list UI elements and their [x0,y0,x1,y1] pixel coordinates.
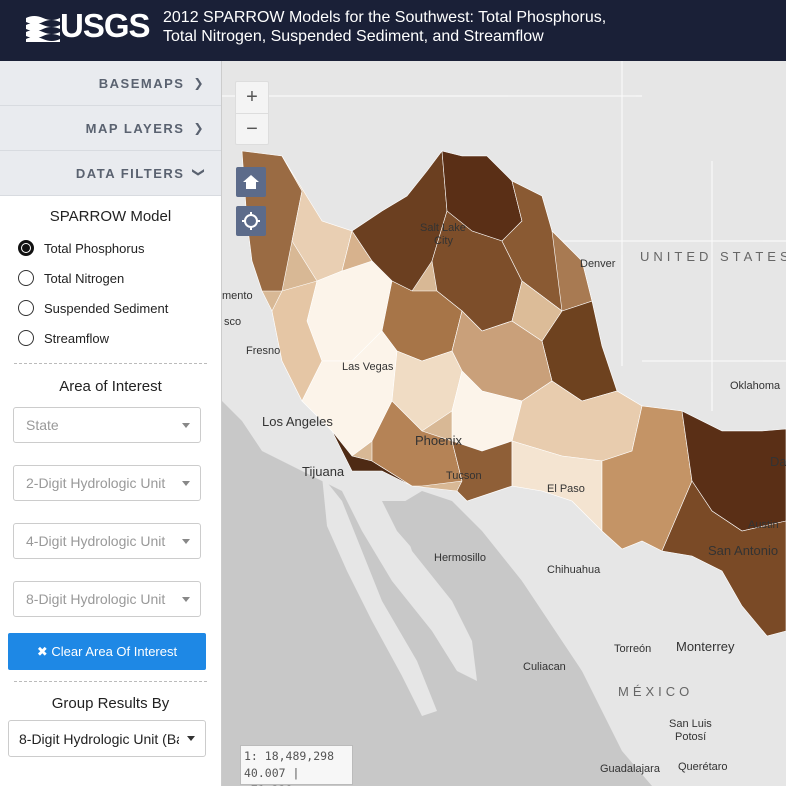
usgs-wave-icon [26,16,60,42]
zoom-control: + − [235,81,269,145]
crosshair-icon [242,212,260,230]
title-line-2: Total Nitrogen, Suspended Sediment, and … [163,28,544,45]
map-view[interactable]: + − Salt Lake City Denver UNITED STATES … [222,61,786,786]
select-placeholder: 4-Digit Hydrologic Unit [26,533,166,549]
radio-streamflow[interactable]: Streamflow [0,323,221,353]
scale-coordinates-box: 1: 18,489,298 40.007 | -71.338 [240,745,353,786]
map-label: City [434,235,453,247]
usgs-logo: USGS [26,7,151,44]
map-label: MÉXICO [618,684,694,699]
map-label: Las Vegas [342,361,394,373]
scale-readout: 1: 18,489,298 [244,749,335,763]
app-header: USGS 2012 SPARROW Models for the Southwe… [0,0,786,61]
huc8-select[interactable]: 8-Digit Hydrologic Unit [13,581,201,617]
page-title: 2012 SPARROW Models for the Southwest: T… [163,8,763,46]
radio-total-nitrogen[interactable]: Total Nitrogen [0,263,221,293]
group-results-value: 8-Digit Hydrologic Unit (Basin) [19,730,179,747]
huc4-select[interactable]: 4-Digit Hydrologic Unit [13,523,201,559]
radio-selected-icon [18,240,34,256]
map-label: Monterrey [676,639,735,654]
map-label: Guadalajara [600,763,660,775]
radio-label: Total Nitrogen [44,270,125,286]
divider [14,363,207,364]
radio-total-phosphorus[interactable]: Total Phosphorus [0,233,221,263]
map-layers-panel-toggle[interactable]: MAP LAYERS ❯ [0,106,221,151]
map-label: Los Angeles [262,414,333,429]
map-label: Potosí [675,731,707,743]
select-placeholder: State [26,417,59,433]
zoom-out-button[interactable]: − [236,114,268,145]
map-label: Oklahoma [730,380,781,392]
select-placeholder: 8-Digit Hydrologic Unit [26,591,166,607]
data-filters-label: DATA FILTERS [75,165,185,181]
locate-button[interactable] [236,206,266,236]
map-label: mento [222,290,253,302]
map-label: Phoenix [415,433,462,448]
map-label: San Luis [669,718,712,730]
state-select[interactable]: State [13,407,201,443]
map-label: Querétaro [678,761,728,773]
area-of-interest-heading: Area of Interest [59,378,162,395]
radio-unselected-icon [18,270,34,286]
caret-down-icon [187,736,195,741]
map-label: Da [770,454,786,469]
data-filters-panel-toggle[interactable]: DATA FILTERS ❯ [0,151,221,196]
huc2-select[interactable]: 2-Digit Hydrologic Unit [13,465,201,501]
map-label: Tucson [446,470,482,482]
chevron-down-icon: ❯ [192,167,207,179]
group-results-heading: Group Results By [51,695,170,712]
radio-label: Total Phosphorus [44,240,145,256]
basemaps-label: BASEMAPS [98,75,185,91]
coordinate-readout: 40.007 | -71.338 [244,766,300,786]
map-label: Chihuahua [547,564,601,576]
map-label: Fresno [246,345,281,357]
map-label: Denver [580,258,616,270]
chevron-right-icon: ❯ [193,76,205,90]
clear-area-of-interest-button[interactable]: ✖ Clear Area Of Interest [8,633,206,670]
map-label: Tijuana [302,464,345,479]
logo-text: USGS [60,7,151,44]
divider [14,681,207,682]
map-label: Hermosillo [434,552,486,564]
map-label: sco [224,316,242,328]
map-label: Culiacan [523,661,566,673]
map-label: El Paso [547,483,585,495]
title-line-1: 2012 SPARROW Models for the Southwest: T… [163,9,607,26]
caret-down-icon [182,538,190,544]
radio-unselected-icon [18,330,34,346]
radio-label: Suspended Sediment [44,300,169,316]
map-label: Salt Lake [420,222,466,234]
map-label: Austin [748,519,779,531]
home-icon [243,175,259,189]
zoom-in-button[interactable]: + [236,82,268,114]
map-layers-label: MAP LAYERS [85,120,185,136]
sidebar: BASEMAPS ❯ MAP LAYERS ❯ DATA FILTERS ❯ S… [0,61,222,786]
select-placeholder: 2-Digit Hydrologic Unit [26,475,166,491]
caret-down-icon [182,480,190,486]
group-results-select[interactable]: 8-Digit Hydrologic Unit (Basin) [8,720,206,757]
chevron-right-icon: ❯ [193,121,205,135]
caret-down-icon [182,422,190,428]
map-label: San Antonio [708,543,779,558]
home-button[interactable] [236,167,266,197]
map-label: Torreón [614,643,652,655]
caret-down-icon [182,596,190,602]
basemaps-panel-toggle[interactable]: BASEMAPS ❯ [0,61,221,106]
radio-suspended-sediment[interactable]: Suspended Sediment [0,293,221,323]
sparrow-model-heading: SPARROW Model [49,208,172,225]
radio-unselected-icon [18,300,34,316]
radio-label: Streamflow [44,330,110,346]
map-label: UNITED STATES [640,249,786,264]
